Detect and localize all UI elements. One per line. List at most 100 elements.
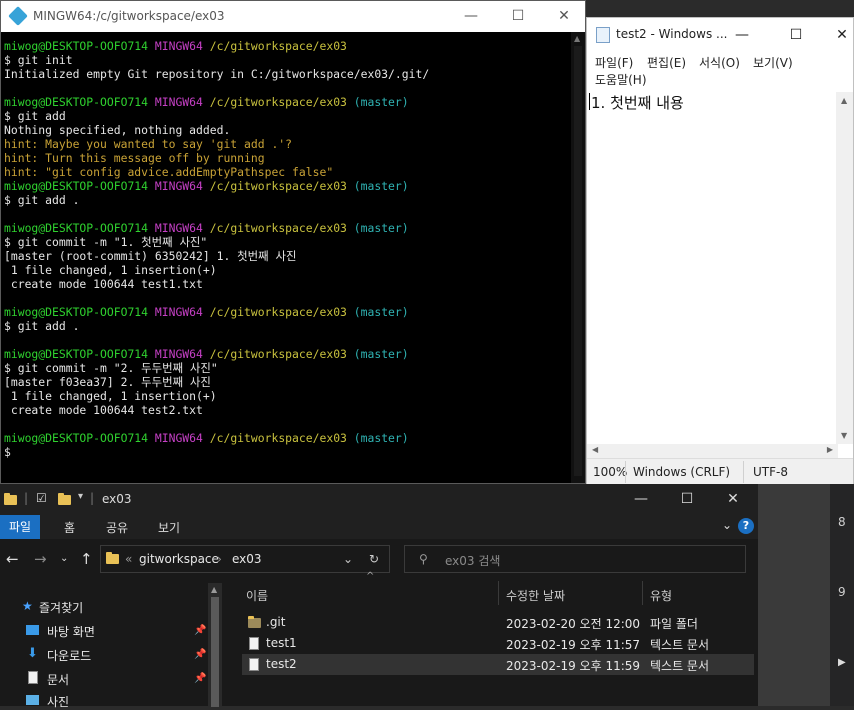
explorer-titlebar[interactable]: | ☑ ▾ | ex03 — ☐ ✕ bbox=[0, 484, 758, 515]
minimize-button[interactable]: — bbox=[719, 24, 765, 46]
scroll-down-icon[interactable]: ▼ bbox=[841, 431, 847, 440]
search-placeholder[interactable]: ex03 검색 bbox=[445, 552, 500, 569]
maximize-button[interactable]: ☐ bbox=[773, 24, 819, 46]
menu-view[interactable]: 보기(V) bbox=[753, 54, 793, 71]
nav-desktop[interactable]: 바탕 화면 bbox=[47, 623, 95, 640]
terminal-text: (master) bbox=[353, 305, 409, 319]
maximize-button[interactable]: ☐ bbox=[495, 5, 541, 27]
terminal-text: $ git commit -m "2. 두두번째 사진" bbox=[4, 361, 218, 375]
nav-downloads[interactable]: 다운로드 bbox=[47, 647, 91, 664]
file-type: 텍스트 문서 bbox=[650, 659, 710, 673]
expand-ribbon-icon[interactable]: ⌄ bbox=[722, 518, 732, 532]
close-button[interactable]: ✕ bbox=[541, 5, 587, 27]
breadcrumb-item[interactable]: ex03 bbox=[232, 552, 262, 566]
terminal-line: miwog@DESKTOP-OOFO714 MINGW64 /c/gitwork… bbox=[4, 347, 570, 361]
file-row[interactable]: test2 2023-02-19 오후 11:59 텍스트 문서 bbox=[242, 654, 754, 675]
address-bar[interactable]: « gitworkspace › ex03 ⌄ ↻ bbox=[100, 545, 390, 573]
help-icon[interactable]: ? bbox=[738, 518, 754, 534]
background-panel bbox=[758, 484, 830, 706]
text-area[interactable]: 1. 첫번째 내용 bbox=[587, 92, 838, 444]
chevron-down-icon[interactable]: ⌄ bbox=[343, 552, 353, 566]
recent-locations-icon[interactable]: ⌄ bbox=[60, 553, 68, 564]
terminal-text: create mode 100644 test2.txt bbox=[4, 403, 203, 417]
scroll-thumb[interactable] bbox=[574, 46, 582, 476]
notepad-window[interactable]: test2 - Windows ... — ☐ ✕ 파일(F) 편집(E) 서식… bbox=[586, 17, 854, 484]
refresh-icon[interactable]: ↻ bbox=[369, 552, 379, 566]
terminal-scrollbar[interactable]: ▲ bbox=[571, 32, 585, 483]
terminal-text: MINGW64 bbox=[154, 221, 210, 235]
scroll-right-icon[interactable]: ▶ bbox=[827, 445, 833, 454]
explorer-title: ex03 bbox=[102, 492, 132, 506]
terminal-output[interactable]: miwog@DESKTOP-OOFO714 MINGW64 /c/gitwork… bbox=[4, 39, 570, 479]
menu-edit[interactable]: 편집(E) bbox=[647, 54, 686, 71]
terminal-line: miwog@DESKTOP-OOFO714 MINGW64 /c/gitwork… bbox=[4, 221, 570, 235]
new-folder-icon[interactable] bbox=[58, 493, 71, 505]
column-header-type[interactable]: 유형 bbox=[650, 587, 672, 604]
overflow-icon[interactable]: « bbox=[125, 552, 132, 566]
tab-file[interactable]: 파일 bbox=[0, 515, 40, 539]
pin-icon[interactable]: 📌 bbox=[194, 625, 206, 636]
scroll-left-icon[interactable]: ◀ bbox=[592, 445, 598, 454]
terminal-text: [master f03ea37] 2. 두두번째 사진 bbox=[4, 375, 211, 389]
terminal-window[interactable]: MINGW64:/c/gitworkspace/ex03 — ☐ ✕ miwog… bbox=[0, 0, 586, 484]
column-header-date[interactable]: 수정한 날짜 bbox=[506, 587, 565, 604]
nav-documents[interactable]: 문서 bbox=[47, 671, 69, 688]
terminal-line: Nothing specified, nothing added. bbox=[4, 123, 570, 137]
file-row[interactable]: test1 2023-02-19 오후 11:57 텍스트 문서 bbox=[242, 633, 754, 654]
horizontal-scrollbar[interactable]: ◀ ▶ bbox=[587, 444, 838, 458]
vertical-scrollbar[interactable]: ▲ ▼ bbox=[836, 92, 853, 444]
scroll-up-icon[interactable]: ▲ bbox=[574, 34, 580, 43]
close-button[interactable]: ✕ bbox=[819, 24, 854, 46]
tab-home[interactable]: 홈 bbox=[64, 519, 75, 536]
pin-icon[interactable]: 📌 bbox=[194, 673, 206, 684]
chevron-right-icon[interactable]: › bbox=[217, 552, 222, 566]
breadcrumb-item[interactable]: gitworkspace bbox=[139, 552, 219, 566]
terminal-text: Nothing specified, nothing added. bbox=[4, 123, 231, 137]
notepad-titlebar[interactable]: test2 - Windows ... — ☐ ✕ bbox=[587, 18, 853, 50]
terminal-line: $ git add bbox=[4, 109, 570, 123]
nav-scrollbar[interactable]: ▲ bbox=[208, 583, 222, 707]
back-icon[interactable]: ← bbox=[6, 550, 19, 568]
terminal-text: /c/gitworkspace/ex03 bbox=[209, 95, 354, 109]
play-icon[interactable]: ▶ bbox=[838, 657, 846, 668]
search-box[interactable]: ⚲ ex03 검색 bbox=[404, 545, 746, 573]
terminal-line: miwog@DESKTOP-OOFO714 MINGW64 /c/gitwork… bbox=[4, 179, 570, 193]
forward-icon[interactable]: → bbox=[34, 550, 47, 568]
terminal-text: /c/gitworkspace/ex03 bbox=[209, 347, 354, 361]
scroll-up-icon[interactable]: ▲ bbox=[841, 96, 847, 105]
minimize-button[interactable]: — bbox=[448, 5, 494, 27]
text-file-icon bbox=[249, 637, 259, 650]
terminal-line: $ git init bbox=[4, 53, 570, 67]
terminal-text: hint: "git config advice.addEmptyPathspe… bbox=[4, 165, 334, 179]
close-button[interactable]: ✕ bbox=[710, 488, 756, 510]
file-explorer-window[interactable]: | ☑ ▾ | ex03 — ☐ ✕ 파일 홈 공유 보기 ⌄ ? ← → ⌄ … bbox=[0, 484, 758, 709]
terminal-text: $ git add . bbox=[4, 319, 80, 333]
terminal-line: hint: Turn this message off by running bbox=[4, 151, 570, 165]
quick-access-dropdown-icon[interactable]: ▾ bbox=[78, 491, 83, 502]
pin-icon[interactable]: 📌 bbox=[194, 649, 206, 660]
minimize-button[interactable]: — bbox=[618, 488, 664, 510]
terminal-text: $ bbox=[4, 445, 11, 459]
maximize-button[interactable]: ☐ bbox=[664, 488, 710, 510]
column-divider[interactable] bbox=[498, 581, 499, 605]
file-row[interactable]: .git 2023-02-20 오전 12:00 파일 폴더 bbox=[242, 612, 754, 633]
tab-share[interactable]: 공유 bbox=[106, 519, 128, 536]
menu-help[interactable]: 도움말(H) bbox=[595, 71, 647, 88]
file-list: ^ 이름 수정한 날짜 유형 .git 2023-02-20 오전 12:00 … bbox=[236, 571, 758, 706]
menu-file[interactable]: 파일(F) bbox=[595, 54, 633, 71]
menu-format[interactable]: 서식(O) bbox=[699, 54, 740, 71]
folder-icon bbox=[248, 616, 261, 628]
column-header-name[interactable]: 이름 bbox=[246, 587, 268, 604]
properties-icon[interactable]: ☑ bbox=[36, 491, 47, 505]
column-divider[interactable] bbox=[642, 581, 643, 605]
terminal-text: 1 file changed, 1 insertion(+) bbox=[4, 263, 217, 277]
tab-view[interactable]: 보기 bbox=[158, 519, 180, 536]
up-icon[interactable]: ↑ bbox=[80, 550, 93, 568]
scroll-up-icon[interactable]: ▲ bbox=[211, 585, 217, 594]
terminal-line: $ git add . bbox=[4, 193, 570, 207]
nav-quick-access[interactable]: 즐겨찾기 bbox=[39, 599, 83, 616]
nav-pictures[interactable]: 사진 bbox=[47, 693, 69, 710]
scroll-thumb[interactable] bbox=[211, 597, 219, 707]
terminal-titlebar[interactable]: MINGW64:/c/gitworkspace/ex03 — ☐ ✕ bbox=[1, 1, 585, 32]
